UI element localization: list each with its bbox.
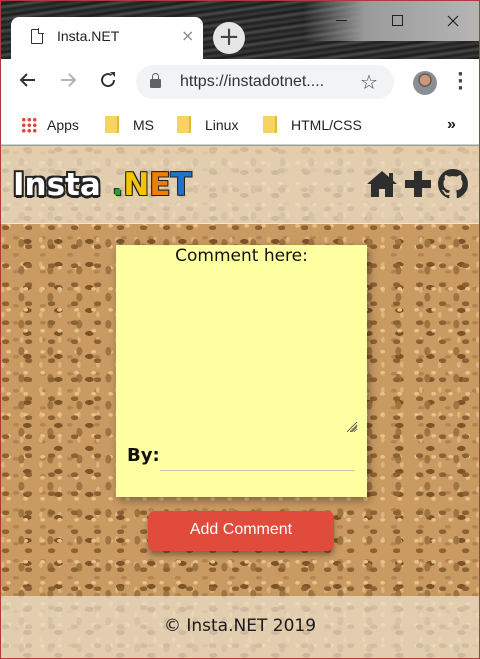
forward-button[interactable] <box>57 70 79 92</box>
by-label: By: <box>127 445 160 466</box>
bookmark-star-icon[interactable]: ☆ <box>360 70 378 94</box>
browser-titlebar: Insta.NET × + <box>1 1 479 59</box>
maximize-button[interactable] <box>369 1 425 39</box>
tab-close-icon[interactable]: × <box>181 26 194 45</box>
bookmark-linux[interactable]: Linux <box>177 115 238 135</box>
bookmark-apps[interactable]: Apps <box>21 115 79 135</box>
bookmarks-bar: Apps MS Linux HTML/CSS » <box>1 105 479 145</box>
plus-icon[interactable] <box>403 168 433 200</box>
close-window-button[interactable] <box>425 1 480 39</box>
home-icon[interactable] <box>365 168 399 200</box>
resize-handle-icon[interactable] <box>347 422 357 432</box>
bookmark-label: HTML/CSS <box>291 117 362 133</box>
folder-icon <box>105 116 119 133</box>
logo-letter-t: T <box>170 167 192 203</box>
bookmarks-overflow-button[interactable]: » <box>447 115 456 135</box>
forward-arrow-icon <box>61 73 77 87</box>
back-arrow-icon <box>19 73 35 87</box>
new-tab-button[interactable]: + <box>213 22 245 54</box>
minimize-button[interactable] <box>313 1 369 39</box>
url-text[interactable]: https://instadotnet.... <box>180 73 324 91</box>
lock-icon <box>150 73 161 88</box>
page-icon <box>31 28 44 44</box>
footer-copyright: © Insta.NET 2019 <box>163 616 317 636</box>
logo-insta-text: Insta <box>13 167 101 203</box>
comment-note-card: Comment here: By: <box>116 245 367 497</box>
logo-letter-n: N <box>123 167 150 203</box>
tab-title: Insta.NET <box>57 28 120 44</box>
address-bar[interactable]: https://instadotnet.... ☆ <box>136 65 394 99</box>
comment-textarea[interactable] <box>122 269 358 433</box>
close-icon <box>447 15 459 26</box>
comment-label: Comment here: <box>175 246 308 266</box>
bookmark-label: Linux <box>205 117 239 133</box>
github-icon[interactable] <box>437 168 469 200</box>
reload-button[interactable] <box>97 70 119 92</box>
bookmark-ms[interactable]: MS <box>105 115 154 135</box>
logo-letter-e: E <box>149 167 171 203</box>
apps-grid-icon <box>21 117 37 133</box>
author-input[interactable] <box>160 447 355 471</box>
maximize-icon <box>391 15 403 26</box>
profile-avatar[interactable] <box>413 71 437 95</box>
add-comment-button[interactable]: Add Comment <box>148 511 334 551</box>
reload-icon <box>101 72 116 88</box>
site-logo[interactable]: Insta .NET <box>13 165 192 205</box>
menu-kebab-icon[interactable]: · · · <box>457 66 464 98</box>
minimize-icon <box>335 20 347 21</box>
logo-dot: . <box>111 167 124 203</box>
browser-tab[interactable]: Insta.NET × <box>11 17 203 59</box>
bookmark-label: Apps <box>47 117 79 133</box>
back-button[interactable] <box>17 70 39 92</box>
browser-toolbar: https://instadotnet.... ☆ · · · <box>1 59 479 105</box>
site-header: Insta .NET <box>1 146 479 224</box>
site-footer: © Insta.NET 2019 <box>1 596 479 658</box>
folder-icon <box>263 116 277 133</box>
bookmark-label: MS <box>133 117 154 133</box>
folder-icon <box>177 116 191 133</box>
bookmark-html-css[interactable]: HTML/CSS <box>263 115 362 135</box>
